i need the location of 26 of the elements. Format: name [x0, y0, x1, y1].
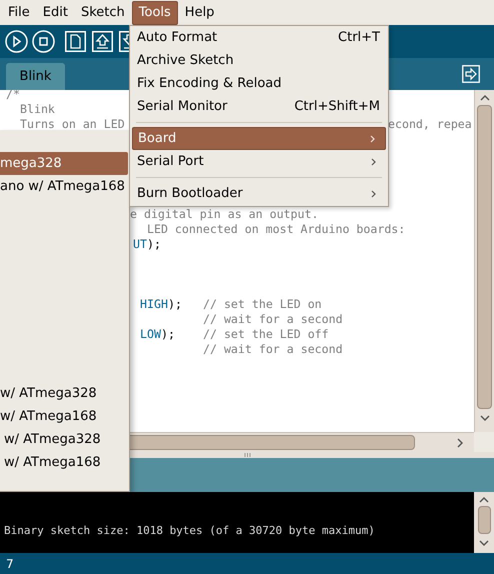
menu-item-label: Board [138, 130, 176, 148]
menu-item-label: Burn Bootloader [137, 184, 243, 203]
code-text: ); [168, 297, 182, 312]
code-comment: e digital pin as an output. [130, 207, 318, 222]
menu-item-label: Serial Monitor [137, 98, 228, 116]
code-keyword: UT [133, 237, 147, 252]
line-number: 7 [6, 556, 14, 572]
menu-item-label: Fix Encoding & Reload [137, 74, 282, 93]
code-comment: // wait for a second [203, 312, 343, 327]
console-line: Binary sketch size: 1018 bytes (of a 30720 byte maximum) [4, 522, 376, 538]
code-comment: // wait for a second [203, 342, 343, 357]
menu-item-label: Auto Format [137, 28, 218, 47]
code-comment: Turns on an LED [20, 117, 125, 132]
code-comment: Blink [20, 102, 55, 117]
code-keyword: LOW [140, 327, 161, 342]
shortcut-label: Ctrl+T [338, 28, 380, 47]
shortcut-label: Ctrl+Shift+M [294, 98, 380, 116]
code-comment: // set the LED off [203, 327, 329, 342]
code-text: ); [147, 237, 161, 252]
code-comment: LED connected on most Arduino boards: [147, 222, 406, 237]
code-comment: // set the LED on [203, 297, 322, 312]
menu-item-label: Archive Sketch [137, 52, 234, 70]
code-keyword: HIGH [140, 297, 168, 312]
code-text: ); [161, 327, 175, 342]
menu-item-label: Serial Port [137, 152, 204, 171]
code-comment: econd, repea [388, 117, 472, 132]
